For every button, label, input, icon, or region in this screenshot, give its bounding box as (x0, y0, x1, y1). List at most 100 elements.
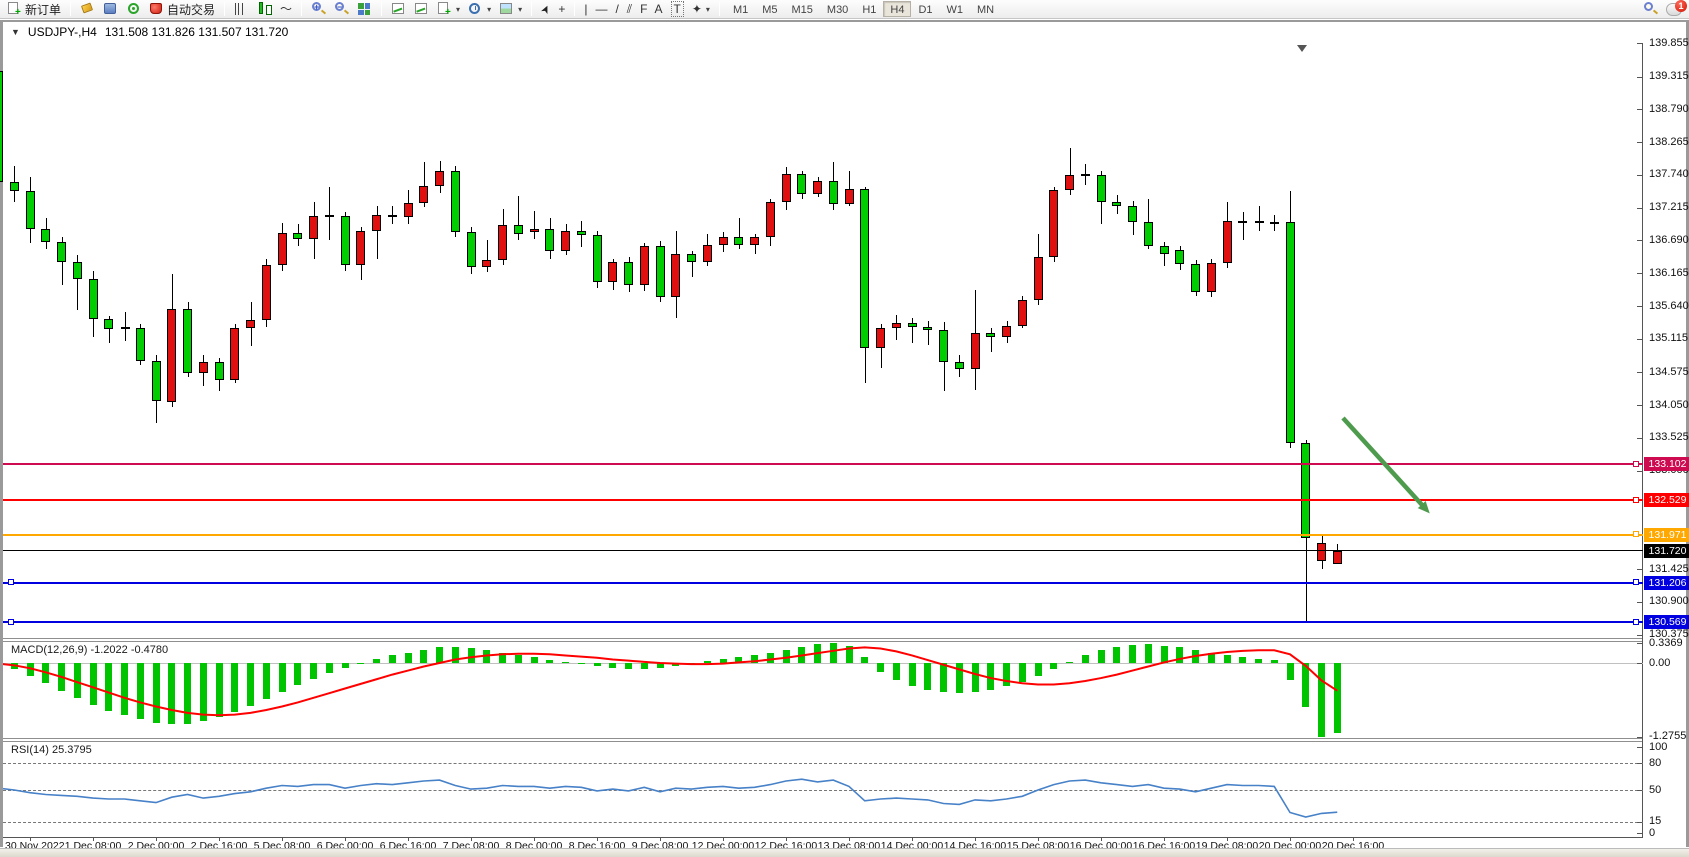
dropdown-icon: ▾ (456, 5, 460, 14)
macd-histogram-bar (294, 663, 301, 685)
price-axis-tick (1637, 635, 1642, 636)
timeframe-button-M30[interactable]: M30 (820, 1, 855, 17)
candle-up (782, 174, 791, 202)
auto-trading-button[interactable]: 自动交易 (146, 1, 218, 18)
macd-histogram-bar (420, 650, 427, 663)
hline-handle[interactable] (1633, 461, 1639, 467)
price-axis-label: 133.525 (1649, 431, 1689, 443)
horizontal-level-line[interactable] (3, 534, 1643, 536)
macd-histogram-bar (1098, 650, 1105, 663)
macd-histogram-bar (184, 663, 191, 724)
fibonacci-tool[interactable]: F (637, 1, 649, 18)
arrows-tool[interactable]: ✦▾ (689, 1, 713, 18)
tile-windows-icon (357, 2, 372, 16)
zoom-in-button[interactable]: + (308, 1, 329, 18)
macd-histogram-bar (1287, 663, 1294, 680)
candle-chart-button[interactable] (254, 1, 275, 18)
candle-down (1286, 222, 1295, 444)
chart-plot-area[interactable]: 139.855139.315138.790138.265137.740137.2… (3, 22, 1689, 857)
template-button[interactable]: ▾ (496, 1, 525, 18)
candle-down (1301, 443, 1310, 537)
timeframe-button-H1[interactable]: H1 (855, 1, 883, 17)
candle-down (467, 232, 476, 267)
macd-histogram-bar (1192, 650, 1199, 663)
market-watch-button[interactable] (100, 1, 121, 18)
candle-up (845, 189, 854, 203)
hline-handle[interactable] (1633, 497, 1639, 503)
horizontal-level-line[interactable] (3, 621, 1643, 623)
hline-handle[interactable] (8, 579, 14, 585)
horizontal-line-tool[interactable]: — (592, 1, 610, 18)
candle-wick (377, 206, 378, 259)
cursor-tool-button[interactable]: ➤ (538, 1, 553, 18)
new-order-button[interactable]: + 新订单 (4, 1, 64, 18)
channel-tool[interactable]: ⫽ (624, 1, 635, 18)
hline-handle[interactable] (1633, 579, 1639, 585)
zoom-out-button[interactable]: − (331, 1, 352, 18)
rsi-pane-separator[interactable] (3, 738, 1643, 742)
candle-wick (125, 312, 126, 341)
price-axis-tick (1637, 273, 1642, 274)
horizontal-level-line[interactable] (3, 499, 1643, 501)
signals-button[interactable] (123, 1, 144, 18)
clock-icon (468, 2, 483, 16)
chart-shift-marker[interactable] (1297, 45, 1307, 52)
trendline-tool[interactable]: / (612, 1, 621, 18)
timeframe-button-MN[interactable]: MN (970, 1, 1001, 17)
zoom-out-icon: − (334, 2, 349, 16)
macd-pane-separator[interactable] (3, 638, 1643, 642)
text-tool[interactable]: A (652, 1, 666, 18)
hline-handle[interactable] (1633, 619, 1639, 625)
candle-up (971, 333, 980, 369)
timeframe-button-H4[interactable]: H4 (883, 1, 911, 17)
horizontal-level-line[interactable] (3, 463, 1643, 465)
time-axis-line (3, 837, 1643, 838)
macd-histogram-bar (263, 663, 270, 699)
timeframe-button-M15[interactable]: M15 (785, 1, 820, 17)
candle-down (514, 225, 523, 234)
toolbar-separator (531, 2, 532, 16)
timeframe-button-D1[interactable]: D1 (911, 1, 939, 17)
timeframe-bar: M1M5M15M30H1H4D1W1MN (726, 1, 1001, 17)
price-axis-tick (1637, 471, 1642, 472)
macd-histogram-bar (924, 663, 931, 690)
crosshair-tool-button[interactable]: + (555, 1, 568, 18)
candle-down (624, 262, 633, 286)
timeframe-button-W1[interactable]: W1 (940, 1, 971, 17)
horizontal-level-line[interactable] (3, 582, 1643, 584)
macd-histogram-bar (1019, 663, 1026, 682)
timeframe-button-M1[interactable]: M1 (726, 1, 755, 17)
price-axis-label: 136.690 (1649, 234, 1689, 246)
macd-axis-label: 0.00 (1649, 657, 1670, 669)
candle-down (1144, 222, 1153, 246)
horizontal-level-line[interactable] (3, 550, 1643, 551)
price-level-badge: 132.529 (1644, 493, 1689, 507)
tile-windows-button[interactable] (354, 1, 375, 18)
trend-arrow[interactable] (1343, 418, 1423, 506)
macd-histogram-bar (987, 663, 994, 690)
notifications-button[interactable]: 1 (1663, 1, 1685, 18)
candle-up (561, 231, 570, 251)
indicators-list-button[interactable] (411, 1, 432, 18)
styler-button[interactable] (77, 1, 98, 18)
timeframe-button-M5[interactable]: M5 (755, 1, 784, 17)
macd-histogram-bar (735, 657, 742, 663)
hline-handle[interactable] (8, 619, 14, 625)
period-button[interactable]: ▾ (465, 1, 494, 18)
macd-histogram-bar (1239, 657, 1246, 663)
label-tool[interactable]: T (668, 1, 687, 18)
candle-down (955, 362, 964, 369)
macd-histogram-bar (1224, 655, 1231, 663)
bar-chart-button[interactable] (231, 1, 252, 18)
hline-handle[interactable] (1633, 531, 1639, 537)
vertical-line-tool[interactable]: | (581, 1, 590, 18)
macd-label: MACD(12,26,9) -1.2022 -0.4780 (11, 644, 168, 656)
candle-up (608, 262, 617, 283)
candle-wick (1259, 206, 1260, 231)
indicators-button[interactable] (388, 1, 409, 18)
search-button[interactable] (1640, 1, 1661, 18)
add-chart-button[interactable]: +▾ (434, 1, 463, 18)
arrows-icon: ✦ (692, 2, 702, 16)
line-chart-button[interactable]: 〜 (277, 1, 295, 18)
macd-histogram-bar (1302, 663, 1309, 707)
